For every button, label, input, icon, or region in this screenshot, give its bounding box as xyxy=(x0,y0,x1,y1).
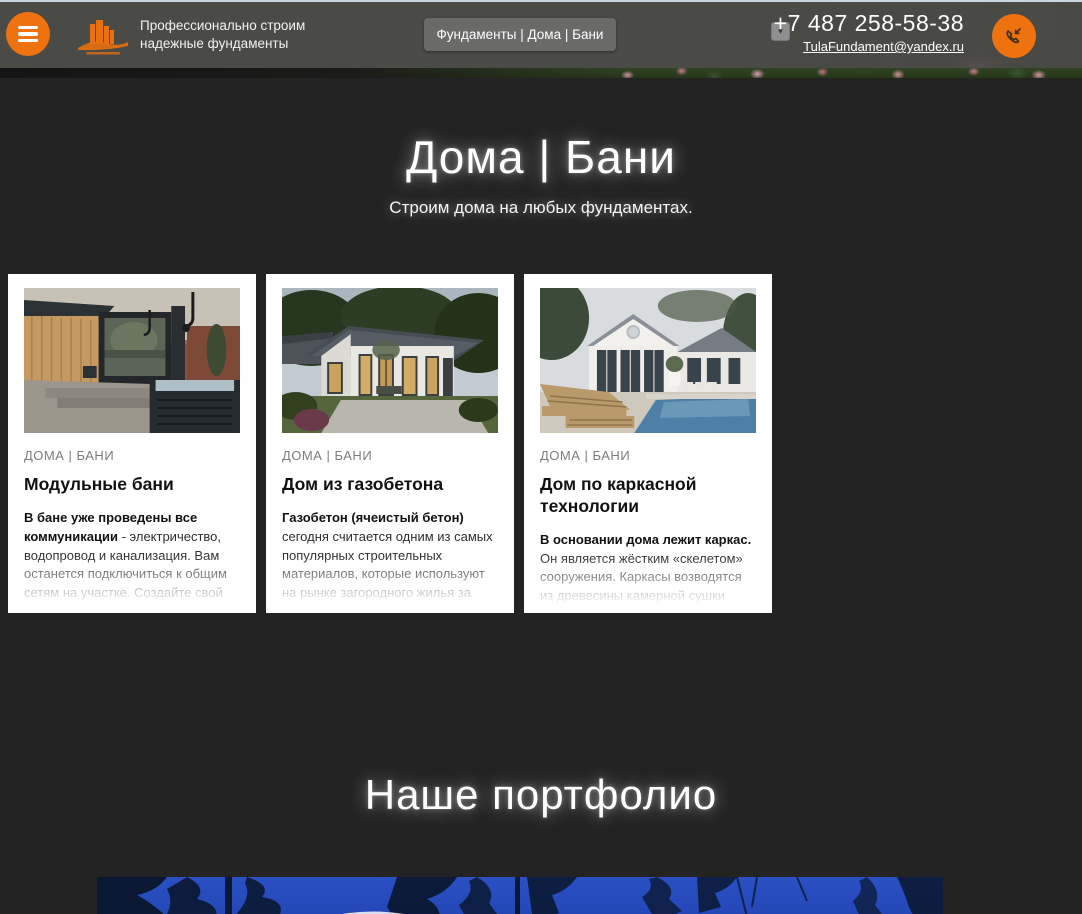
contact-block: +7 487 258-58-38 TulaFundament@yandex.ru xyxy=(774,10,964,56)
card-title[interactable]: Дом из газобетона xyxy=(282,474,498,496)
phone-number: +7 487 258-58-38 xyxy=(774,10,964,37)
card-category: ДОМА | БАНИ xyxy=(540,448,756,463)
email-link[interactable]: TulaFundament@yandex.ru xyxy=(803,39,964,54)
tagline-line2: надежные фундаменты xyxy=(140,35,305,53)
modular-bath-photo xyxy=(24,288,240,433)
card-category: ДОМА | БАНИ xyxy=(24,448,240,463)
portfolio-slide-image[interactable] xyxy=(97,877,943,914)
company-logo[interactable] xyxy=(76,18,130,58)
card-title[interactable]: Модульные бани xyxy=(24,474,240,496)
hero-section: Дома | Бани Строим дома на любых фундаме… xyxy=(0,78,1082,218)
card-body: В бане уже проведены все коммуникации - … xyxy=(24,509,240,613)
card-body: В основании дома лежит каркас. Он являет… xyxy=(540,531,756,613)
portfolio-section-title: Наше портфолио xyxy=(0,771,1082,819)
aerated-concrete-house-photo xyxy=(282,288,498,433)
incoming-call-icon xyxy=(1001,23,1027,49)
hamburger-icon xyxy=(18,26,38,30)
nav-button-fundamenty-doma-bani[interactable]: Фундаменты | Дома | Бани xyxy=(424,18,616,51)
header-tagline: Профессионально строим надежные фундамен… xyxy=(140,17,305,52)
card-category: ДОМА | БАНИ xyxy=(282,448,498,463)
frame-house-pool-photo xyxy=(540,288,756,433)
page-subtitle: Строим дома на любых фундаментах. xyxy=(0,198,1082,218)
cards-row: ДОМА | БАНИ Модульные бани В бане уже пр… xyxy=(8,274,1082,613)
night-blue-trees-photo xyxy=(97,877,943,914)
card-gas-concrete-house[interactable]: ДОМА | БАНИ Дом из газобетона Газобетон … xyxy=(266,274,514,613)
card-body: Газобетон (ячеистый бетон) сегодня счита… xyxy=(282,509,498,613)
card-title[interactable]: Дом по каркасной технологии xyxy=(540,474,756,518)
tagline-line1: Профессионально строим xyxy=(140,17,305,35)
card-modular-baths[interactable]: ДОМА | БАНИ Модульные бани В бане уже пр… xyxy=(8,274,256,613)
site-header: Профессионально строим надежные фундамен… xyxy=(0,2,1082,78)
callback-button[interactable] xyxy=(992,14,1036,58)
menu-button[interactable] xyxy=(6,12,50,56)
page-title: Дома | Бани xyxy=(0,130,1082,184)
header-flower-photo-strip xyxy=(0,68,1082,78)
card-frame-house[interactable]: ДОМА | БАНИ Дом по каркасной технологии … xyxy=(524,274,772,613)
